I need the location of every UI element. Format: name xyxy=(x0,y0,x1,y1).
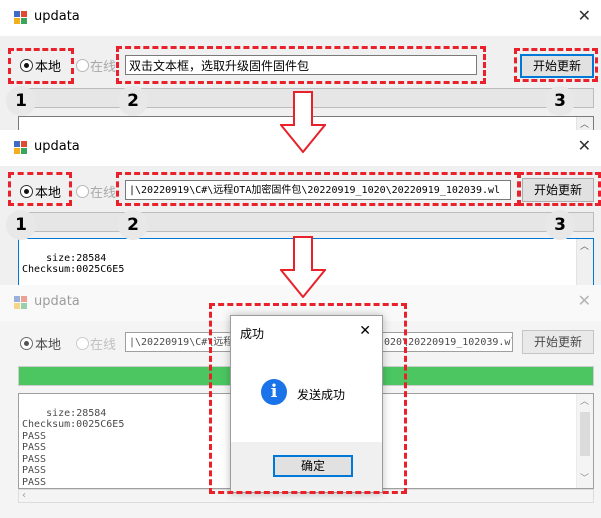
marker-2: 2 xyxy=(118,86,148,116)
radio-online-label: 在线 xyxy=(90,338,117,353)
annotation-box-button xyxy=(518,172,601,206)
annotation-box-dialog xyxy=(209,303,407,494)
marker-2: 2 xyxy=(118,210,148,240)
annotation-box-button xyxy=(514,48,598,82)
scroll-left-icon[interactable]: ‹ xyxy=(22,490,26,501)
radio-online[interactable] xyxy=(76,59,89,72)
app-icon xyxy=(14,11,28,25)
marker-1: 1 xyxy=(6,86,36,116)
title-bar: updata ✕ xyxy=(0,0,601,36)
progress-bar xyxy=(18,212,594,232)
marker-3: 3 xyxy=(545,86,575,116)
app-icon xyxy=(14,141,28,155)
marker-3: 3 xyxy=(545,210,575,240)
radio-local[interactable] xyxy=(20,337,33,350)
down-arrow-icon[interactable]: ﹀ xyxy=(580,474,589,486)
app-icon xyxy=(14,296,28,310)
log-text: size:28584 Checksum:0025C6E5 xyxy=(22,252,125,276)
close-icon[interactable]: ✕ xyxy=(578,291,591,310)
annotation-box-path xyxy=(116,46,486,84)
log-scrollbar[interactable]: ︿ xyxy=(576,239,593,289)
radio-online[interactable] xyxy=(76,185,89,198)
annotation-box-radio xyxy=(8,172,72,206)
radio-online[interactable] xyxy=(76,337,89,350)
annotation-box-radio xyxy=(8,48,74,84)
close-icon[interactable]: ✕ xyxy=(578,6,591,25)
window-title: updata xyxy=(34,9,80,24)
window-title: updata xyxy=(34,139,80,154)
radio-online-label: 在线 xyxy=(90,186,117,201)
down-arrow-icon xyxy=(280,91,326,153)
scroll-arrow-icon[interactable]: ︿ xyxy=(580,397,589,409)
scroll-thumb[interactable] xyxy=(580,412,590,456)
annotation-box-path xyxy=(116,172,520,206)
scroll-arrow-icon[interactable]: ︿ xyxy=(580,242,589,254)
radio-local-label: 本地 xyxy=(35,338,62,353)
close-icon[interactable]: ✕ xyxy=(578,136,591,155)
down-arrow-icon xyxy=(280,236,326,298)
log-scrollbar[interactable]: ︿ ﹀ xyxy=(576,394,593,488)
start-update-button[interactable]: 开始更新 xyxy=(522,330,594,354)
window-title: updata xyxy=(34,294,80,309)
marker-1: 1 xyxy=(6,210,36,240)
log-text: size:28584 Checksum:0025C6E5 PASS PASS P… xyxy=(22,407,125,488)
radio-online-label: 在线 xyxy=(90,60,117,75)
